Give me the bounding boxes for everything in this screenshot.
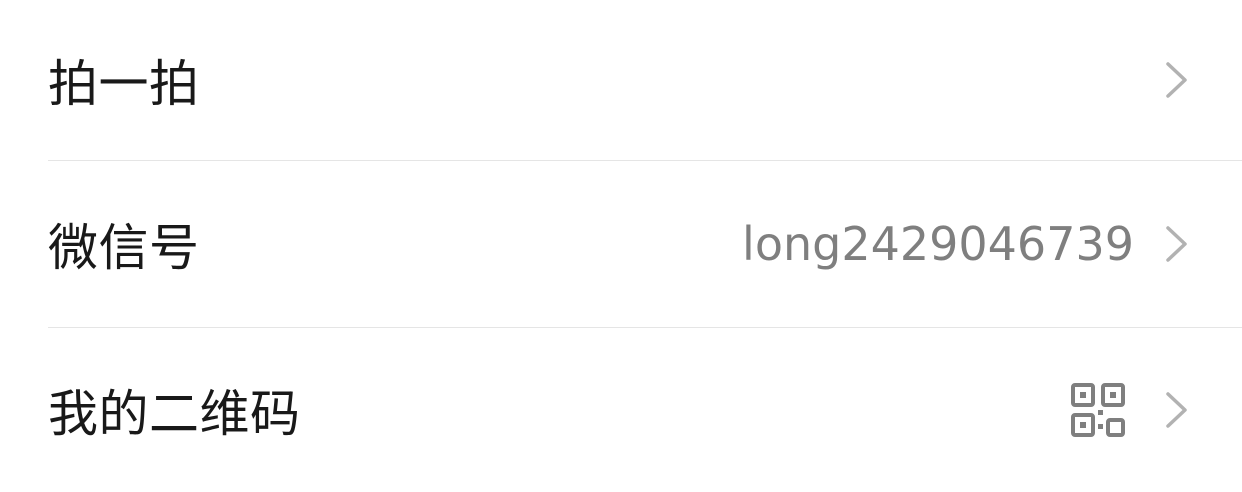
chevron-right-icon [1166,226,1187,262]
row-label-wechat-id: 微信号 [48,219,200,277]
qr-code-icon [1071,383,1125,437]
row-my-qr-code[interactable]: 我的二维码 [0,328,1242,492]
row-label-pat: 拍一拍 [48,55,200,113]
chevron-right-icon [1166,62,1187,98]
row-label-my-qr-code: 我的二维码 [48,385,301,443]
wechat-id-value: long2429046739 [742,217,1134,271]
row-pat[interactable]: 拍一拍 [0,0,1242,160]
row-wechat-id[interactable]: 微信号 long2429046739 [0,161,1242,327]
chevron-right-icon [1166,392,1187,428]
settings-list: 拍一拍 微信号 long2429046739 我的二维码 [0,0,1242,492]
